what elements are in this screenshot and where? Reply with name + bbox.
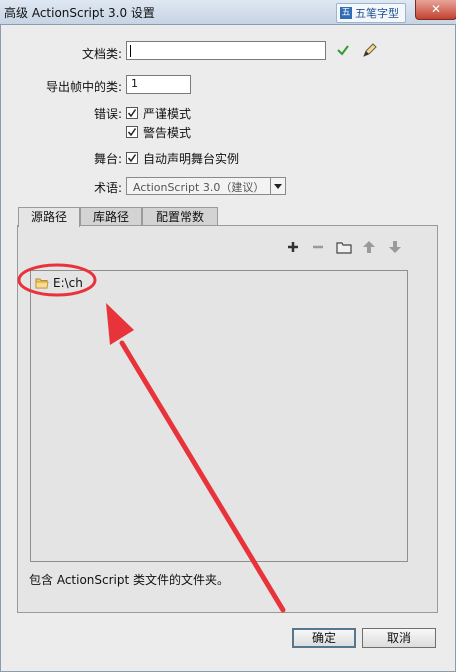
description-text: 包含 ActionScript 类文件的文件夹。 xyxy=(29,573,230,587)
title-bar: 高级 ActionScript 3.0 设置 五 五笔字型 ✕ xyxy=(0,0,456,24)
ok-label: 确定 xyxy=(311,631,336,645)
tab-label: 配置常数 xyxy=(155,210,204,224)
remove-icon[interactable] xyxy=(311,240,325,254)
folder-icon xyxy=(35,278,49,289)
list-item[interactable]: E:\ch xyxy=(35,275,83,291)
tab-label: 库路径 xyxy=(92,210,129,224)
ime-icon: 五 xyxy=(340,7,352,19)
close-icon: ✕ xyxy=(430,2,442,16)
stage-label: 舞台: xyxy=(93,152,122,166)
dialect-value: ActionScript 3.0（建议） xyxy=(133,181,265,194)
cancel-label: 取消 xyxy=(386,631,411,645)
window-title: 高级 ActionScript 3.0 设置 xyxy=(4,6,155,20)
errors-label: 错误: xyxy=(93,107,122,121)
checkmark-icon xyxy=(127,109,137,118)
checkmark-icon xyxy=(127,154,137,163)
path-label: E:\ch xyxy=(53,276,83,290)
export-frame-label: 导出帧中的类: xyxy=(45,80,122,94)
source-path-list[interactable]: E:\ch xyxy=(30,270,408,562)
strict-mode-checkbox[interactable] xyxy=(126,107,138,119)
ok-button[interactable]: 确定 xyxy=(292,628,356,648)
dialect-select[interactable]: ActionScript 3.0（建议） xyxy=(126,177,286,195)
tab-label: 源路径 xyxy=(30,210,67,224)
text-cursor xyxy=(130,45,131,57)
ime-label: 五笔字型 xyxy=(355,7,399,20)
tab-source-path[interactable]: 源路径 xyxy=(18,207,80,227)
ime-indicator[interactable]: 五 五笔字型 xyxy=(336,3,406,23)
pencil-icon[interactable] xyxy=(362,42,378,58)
checkmark-icon xyxy=(127,128,137,137)
move-down-icon[interactable] xyxy=(388,240,402,254)
doc-class-input[interactable] xyxy=(126,41,326,60)
export-frame-value: 1 xyxy=(131,77,138,90)
add-icon[interactable] xyxy=(286,240,300,254)
auto-declare-checkbox[interactable] xyxy=(126,152,138,164)
strict-mode-label: 严谨模式 xyxy=(143,107,192,121)
check-icon[interactable] xyxy=(336,43,350,57)
close-button[interactable]: ✕ xyxy=(415,0,456,20)
dialect-label: 术语: xyxy=(93,181,122,195)
chevron-down-icon xyxy=(270,178,285,194)
export-frame-input[interactable]: 1 xyxy=(126,75,191,94)
tab-library-path[interactable]: 库路径 xyxy=(80,207,142,226)
auto-declare-label: 自动声明舞台实例 xyxy=(143,152,240,166)
warnings-mode-checkbox[interactable] xyxy=(126,126,138,138)
move-up-icon[interactable] xyxy=(362,240,376,254)
browse-folder-icon[interactable] xyxy=(336,240,352,254)
doc-class-label: 文档类: xyxy=(81,47,122,61)
tab-config-constants[interactable]: 配置常数 xyxy=(142,207,218,226)
warnings-mode-label: 警告模式 xyxy=(143,126,192,140)
cancel-button[interactable]: 取消 xyxy=(362,628,436,648)
